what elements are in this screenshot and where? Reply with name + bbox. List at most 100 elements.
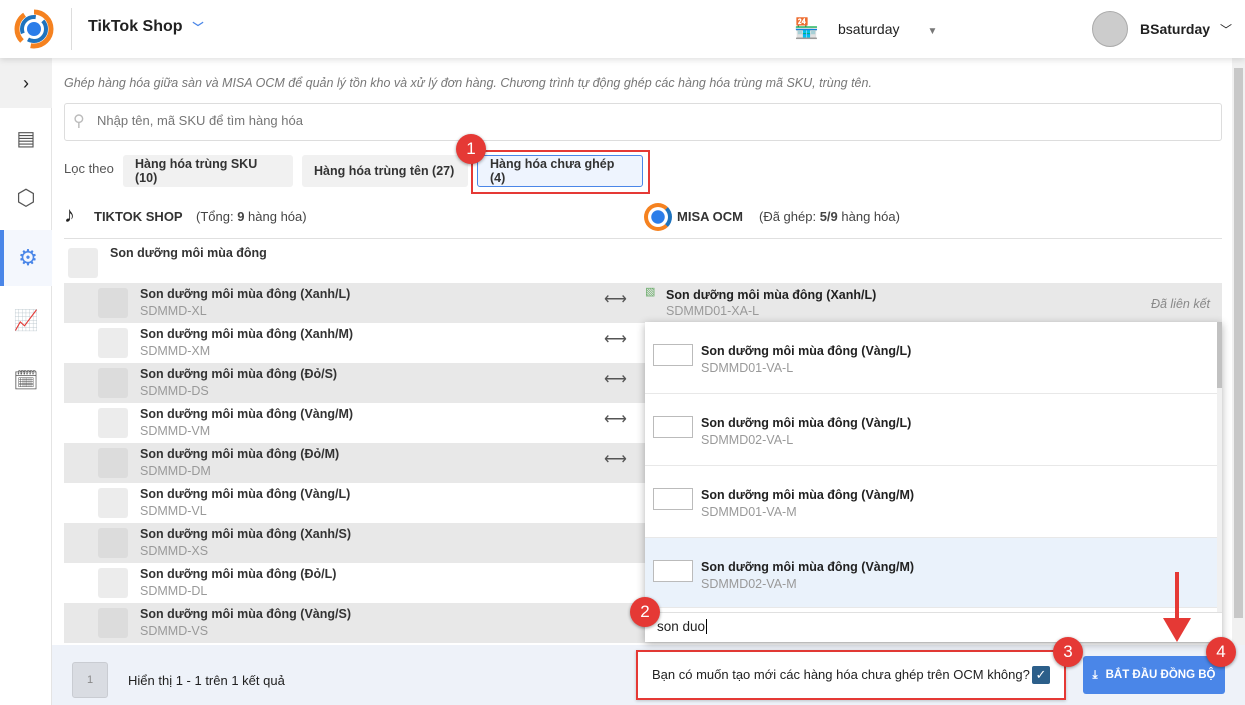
option-sku: SDMMD01-VA-L xyxy=(701,361,794,375)
product-box-icon[interactable]: ⬡ xyxy=(0,170,52,226)
download-icon: ⤓ xyxy=(1092,668,1098,681)
link-arrow-icon[interactable]: ⟷ xyxy=(604,449,627,469)
broken-image-icon xyxy=(653,416,693,438)
create-checkbox[interactable]: ✓ xyxy=(1032,666,1050,684)
dropdown-option[interactable]: Son dưỡng môi mùa đông (Vàng/M) SDMMD01-… xyxy=(645,466,1217,538)
linked-status: Đã liên kết xyxy=(1150,297,1210,311)
link-arrow-icon[interactable]: ⟷ xyxy=(604,329,627,349)
misa-title: MISA OCM xyxy=(677,209,743,224)
product-name: Son dưỡng môi mùa đông (Đỏ/S) xyxy=(140,367,338,381)
main-scrollbar[interactable] xyxy=(1232,58,1245,645)
product-sku: SDMMD-XM xyxy=(140,344,211,358)
product-image-icon xyxy=(98,408,128,438)
search-icon: ⚲ xyxy=(73,113,85,130)
product-row[interactable]: Son dưỡng môi mùa đông (Vàng/M) SDMMD-VM… xyxy=(64,403,645,443)
broken-image-icon xyxy=(653,488,693,510)
user-name: BSaturday xyxy=(1140,21,1211,37)
product-image-icon xyxy=(98,368,128,398)
shop-name: TikTok Shop xyxy=(88,18,183,35)
product-sku: SDMMD-VS xyxy=(140,624,209,638)
product-image-icon xyxy=(98,488,128,518)
product-name: Son dưỡng môi mùa đông (Xanh/L) xyxy=(140,287,351,301)
filter-sku-match[interactable]: Hàng hóa trùng SKU (10) xyxy=(123,155,293,187)
start-sync-button[interactable]: ⤓ BẮT ĐẦU ĐỒNG BỘ xyxy=(1083,656,1225,694)
avatar[interactable] xyxy=(1092,11,1128,47)
dropdown-option[interactable]: Son dưỡng môi mùa đông (Vàng/L) SDMMD02-… xyxy=(645,394,1217,466)
product-name: Son dưỡng môi mùa đông (Vàng/S) xyxy=(140,607,351,621)
top-header: TikTok Shop ﹀ 🏪 bsaturday ▼ BSaturday ﹀ xyxy=(0,0,1245,58)
product-row[interactable]: Son dưỡng môi mùa đông (Đỏ/L) SDMMD-DL xyxy=(64,563,645,603)
product-name: Son dưỡng môi mùa đông (Xanh/S) xyxy=(140,527,351,541)
annotation-box-1 xyxy=(471,150,650,194)
annotation-badge-3: 3 xyxy=(1053,637,1083,667)
filter-label: Lọc theo xyxy=(64,161,114,176)
shop-selector[interactable]: TikTok Shop ﹀ xyxy=(88,18,204,36)
tiktok-logo-icon: ♪ xyxy=(64,202,75,227)
product-sku: SDMMD-VM xyxy=(140,424,211,438)
intro-text: Ghép hàng hóa giữa sàn và MISA OCM để qu… xyxy=(64,76,872,90)
option-name: Son dưỡng môi mùa đông (Vàng/L) xyxy=(701,416,912,430)
link-arrow-icon[interactable]: ⟷ xyxy=(604,289,627,309)
product-image-icon xyxy=(98,608,128,638)
chevron-down-icon: ﹀ xyxy=(192,22,204,34)
product-name: Son dưỡng môi mùa đông (Đỏ/L) xyxy=(140,567,337,581)
product-row[interactable]: Son dưỡng môi mùa đông (Xanh/M) SDMMD-XM… xyxy=(64,323,645,363)
chevron-down-icon: ﹀ xyxy=(1220,23,1233,37)
store-name: bsaturday xyxy=(838,21,900,37)
product-sku: SDMMD-DS xyxy=(140,384,209,398)
tiktok-total: (Tổng: 9 hàng hóa) xyxy=(196,209,307,224)
annotation-badge-4: 4 xyxy=(1206,637,1236,667)
search-input[interactable] xyxy=(97,113,1197,128)
product-group-row: Son dưỡng môi mùa đông xyxy=(64,240,644,280)
product-image-icon xyxy=(98,528,128,558)
filter-name-match[interactable]: Hàng hóa trùng tên (27) xyxy=(302,155,468,187)
option-sku: SDMMD01-VA-M xyxy=(701,505,797,519)
annotation-badge-2: 2 xyxy=(630,597,660,627)
product-sku: SDMMD-XL xyxy=(140,304,207,318)
product-name: Son dưỡng môi mùa đông (Đỏ/M) xyxy=(140,447,340,461)
pagination-summary: Hiển thị 1 - 1 trên 1 kết quả xyxy=(128,673,285,688)
caret-down-icon: ▼ xyxy=(927,26,938,37)
product-name: Son dưỡng môi mùa đông (Vàng/L) xyxy=(140,487,351,501)
orders-icon[interactable]: ▤ xyxy=(0,110,52,166)
product-image-icon xyxy=(68,248,98,278)
broken-image-icon xyxy=(653,344,693,366)
product-name: Son dưỡng môi mùa đông (Xanh/M) xyxy=(140,327,354,341)
option-name: Son dưỡng môi mùa đông (Vàng/M) xyxy=(701,488,915,502)
linked-item-name: Son dưỡng môi mùa đông (Xanh/L) xyxy=(666,288,877,302)
product-search-dropdown: Son dưỡng môi mùa đông (Vàng/L) SDMMD01-… xyxy=(645,322,1222,642)
product-sku: SDMMD-XS xyxy=(140,544,209,558)
group-name: Son dưỡng môi mùa đông xyxy=(110,246,267,260)
link-arrow-icon[interactable]: ⟷ xyxy=(604,409,627,429)
report-schedule-icon[interactable]: 🗓 xyxy=(0,352,52,408)
link-arrow-icon[interactable]: ⟷ xyxy=(604,369,627,389)
settings-gear-icon[interactable]: ⚙ xyxy=(0,230,52,286)
analytics-chart-icon[interactable]: 📈 xyxy=(0,292,52,348)
misa-logo xyxy=(14,9,54,49)
product-image-icon xyxy=(98,448,128,478)
product-sku: SDMMD-DM xyxy=(140,464,211,478)
dropdown-option[interactable]: Son dưỡng môi mùa đông (Vàng/M) SDMMD02-… xyxy=(645,538,1217,608)
product-row[interactable]: Son dưỡng môi mùa đông (Vàng/L) SDMMD-VL xyxy=(64,483,645,523)
store-selector[interactable]: bsaturday ▼ xyxy=(838,21,937,37)
annotation-badge-1: 1 xyxy=(456,134,486,164)
pagination-page[interactable]: 1 xyxy=(72,662,108,698)
product-image-icon xyxy=(98,328,128,358)
create-question: Bạn có muốn tạo mới các hàng hóa chưa gh… xyxy=(652,667,1030,682)
sidebar: › ▤ ⬡ ⚙ 📈 🗓 xyxy=(0,58,52,705)
broken-image-icon: ▧ xyxy=(645,286,656,298)
linked-ocm-item[interactable]: ▧ Son dưỡng môi mùa đông (Xanh/L) SDMMD0… xyxy=(645,283,1222,323)
annotation-arrow xyxy=(1175,572,1179,622)
create-unmatched-option: Bạn có muốn tạo mới các hàng hóa chưa gh… xyxy=(636,650,1066,700)
product-sku: SDMMD-VL xyxy=(140,504,207,518)
search-box[interactable]: ⚲ xyxy=(64,103,1222,141)
option-name: Son dưỡng môi mùa đông (Vàng/L) xyxy=(701,344,912,358)
dropdown-search-input[interactable]: son duo xyxy=(645,612,1222,642)
expand-sidebar-icon[interactable]: › xyxy=(0,58,52,108)
user-menu[interactable]: BSaturday ﹀ xyxy=(1140,21,1232,38)
misa-matched: (Đã ghép: 5/9 hàng hóa) xyxy=(759,209,900,224)
dropdown-option[interactable]: Son dưỡng môi mùa đông (Vàng/L) SDMMD01-… xyxy=(645,322,1217,394)
product-sku: SDMMD-DL xyxy=(140,584,208,598)
annotation-arrow-head xyxy=(1163,618,1191,642)
product-image-icon xyxy=(98,288,128,318)
